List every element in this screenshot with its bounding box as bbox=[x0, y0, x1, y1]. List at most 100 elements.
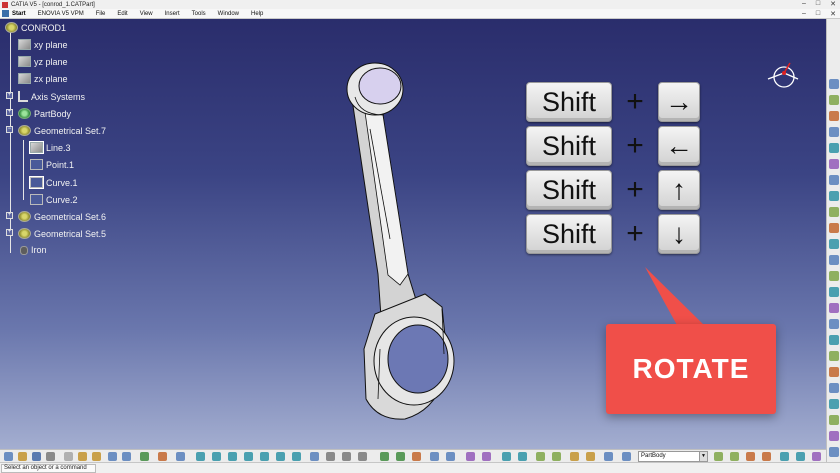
draft-icon[interactable] bbox=[780, 452, 789, 461]
define-in-work-object-icon[interactable] bbox=[622, 452, 631, 461]
doc-minimize-button[interactable]: – bbox=[802, 10, 806, 18]
point-tool-icon[interactable] bbox=[829, 95, 839, 105]
split-tool-icon[interactable] bbox=[829, 271, 839, 281]
tree-node-geometrical-set-6[interactable]: + Geometrical Set.6 bbox=[6, 211, 106, 222]
tree-node-geometrical-set-7[interactable]: − Geometrical Set.7 bbox=[6, 125, 106, 136]
fillet-tool-icon[interactable] bbox=[829, 303, 839, 313]
tree-node-line-3[interactable]: Line.3 bbox=[29, 141, 71, 154]
knowledge-icon[interactable] bbox=[570, 452, 579, 461]
thickness-icon[interactable] bbox=[812, 452, 821, 461]
chevron-down-icon[interactable]: ▼ bbox=[699, 452, 707, 461]
measure-between-icon[interactable] bbox=[502, 452, 511, 461]
pocket-icon[interactable] bbox=[552, 452, 561, 461]
revolve-tool-icon[interactable] bbox=[829, 207, 839, 217]
connecting-rod-model[interactable] bbox=[330, 49, 510, 449]
menu-window[interactable]: Window bbox=[218, 11, 239, 17]
expand-toggle[interactable]: + bbox=[6, 212, 13, 219]
view-compass[interactable] bbox=[762, 59, 802, 99]
menu-enovia[interactable]: ENOVIA V5 VPM bbox=[38, 11, 84, 17]
menu-edit[interactable]: Edit bbox=[117, 11, 127, 17]
tree-node-root[interactable]: CONROD1 bbox=[5, 22, 66, 33]
tree-node-curve-2[interactable]: Curve.2 bbox=[30, 194, 78, 205]
print-icon[interactable] bbox=[46, 452, 55, 461]
sketcher-icon[interactable] bbox=[380, 452, 389, 461]
fit-all-icon[interactable] bbox=[212, 452, 221, 461]
fill-tool-icon[interactable] bbox=[829, 239, 839, 249]
sketch-tool-icon[interactable] bbox=[829, 79, 839, 89]
menu-file[interactable]: File bbox=[96, 11, 106, 17]
constraint-icon[interactable] bbox=[412, 452, 421, 461]
command-input[interactable]: Select an object or a command bbox=[1, 464, 96, 473]
shading-icon[interactable] bbox=[326, 452, 335, 461]
collapse-toggle[interactable]: − bbox=[6, 126, 13, 133]
tree-node-zx-plane[interactable]: zx plane bbox=[18, 73, 68, 84]
swap-space-icon[interactable] bbox=[358, 452, 367, 461]
tree-node-point-1[interactable]: Point.1 bbox=[30, 159, 74, 170]
menu-start[interactable]: Start bbox=[12, 11, 26, 17]
save-icon[interactable] bbox=[32, 452, 41, 461]
menu-view[interactable]: View bbox=[140, 11, 153, 17]
tree-node-xy-plane[interactable]: xy plane bbox=[18, 39, 68, 50]
maximize-button[interactable]: □ bbox=[816, 0, 820, 8]
rotate-view-icon[interactable] bbox=[244, 452, 253, 461]
update-icon[interactable] bbox=[466, 452, 475, 461]
zoom-in-icon[interactable] bbox=[260, 452, 269, 461]
join-tool-icon[interactable] bbox=[829, 255, 839, 265]
symmetry-tool-icon[interactable] bbox=[829, 351, 839, 361]
menu-insert[interactable]: Insert bbox=[165, 11, 180, 17]
circle-tool-icon[interactable] bbox=[829, 159, 839, 169]
tree-node-partbody[interactable]: + PartBody bbox=[6, 108, 71, 119]
formula-icon[interactable] bbox=[158, 452, 167, 461]
measure-tool-icon[interactable] bbox=[829, 431, 839, 441]
tree-node-yz-plane[interactable]: yz plane bbox=[18, 56, 68, 67]
work-object-select[interactable]: PartBody ▼ bbox=[638, 451, 708, 462]
whats-this-icon[interactable] bbox=[140, 452, 149, 461]
pattern-tool-icon[interactable] bbox=[829, 383, 839, 393]
tree-node-iron[interactable]: Iron bbox=[20, 245, 47, 255]
tree-node-curve-1[interactable]: Curve.1 bbox=[29, 176, 78, 189]
3d-viewport[interactable]: CONROD1 xy plane yz plane zx plane + Axi… bbox=[0, 19, 826, 462]
start-icon[interactable] bbox=[2, 10, 9, 17]
measure-item-icon[interactable] bbox=[518, 452, 527, 461]
spline-tool-icon[interactable] bbox=[829, 175, 839, 185]
menu-help[interactable]: Help bbox=[251, 11, 263, 17]
tree-node-axis-systems[interactable]: + Axis Systems bbox=[6, 91, 85, 102]
boolean-icon[interactable] bbox=[714, 452, 723, 461]
catalog-icon[interactable] bbox=[176, 452, 185, 461]
trim-tool-icon[interactable] bbox=[829, 287, 839, 297]
doc-close-button[interactable]: ✕ bbox=[830, 10, 836, 18]
zoom-out-icon[interactable] bbox=[276, 452, 285, 461]
iso-view-icon[interactable] bbox=[310, 452, 319, 461]
undo-icon[interactable] bbox=[108, 452, 117, 461]
paste-icon[interactable] bbox=[92, 452, 101, 461]
parameters-icon[interactable] bbox=[586, 452, 595, 461]
shell-icon[interactable] bbox=[796, 452, 805, 461]
expand-toggle[interactable]: + bbox=[6, 109, 13, 116]
manual-update-icon[interactable] bbox=[482, 452, 491, 461]
cut-icon[interactable] bbox=[64, 452, 73, 461]
line-tool-icon[interactable] bbox=[829, 111, 839, 121]
hide-show-icon[interactable] bbox=[342, 452, 351, 461]
intersect-icon[interactable] bbox=[730, 452, 739, 461]
apply-material-icon[interactable] bbox=[829, 447, 839, 457]
work-on-support-icon[interactable] bbox=[396, 452, 405, 461]
pad-icon[interactable] bbox=[746, 452, 755, 461]
law-tool-icon[interactable] bbox=[829, 399, 839, 409]
snap-icon[interactable] bbox=[430, 452, 439, 461]
close-button[interactable]: ✕ bbox=[830, 0, 836, 8]
rotate-tool-icon[interactable] bbox=[829, 335, 839, 345]
expand-toggle[interactable]: + bbox=[6, 92, 13, 99]
copy-icon[interactable] bbox=[78, 452, 87, 461]
redo-icon[interactable] bbox=[122, 452, 131, 461]
geometrical-set-tool-icon[interactable] bbox=[604, 452, 613, 461]
analysis-tool-icon[interactable] bbox=[829, 415, 839, 425]
shaft-icon[interactable] bbox=[762, 452, 771, 461]
translate-tool-icon[interactable] bbox=[829, 319, 839, 329]
projection-tool-icon[interactable] bbox=[829, 143, 839, 153]
hole-icon[interactable] bbox=[536, 452, 545, 461]
normal-view-icon[interactable] bbox=[292, 452, 301, 461]
menu-tools[interactable]: Tools bbox=[192, 11, 206, 17]
pan-icon[interactable] bbox=[228, 452, 237, 461]
open-file-icon[interactable] bbox=[18, 452, 27, 461]
minimize-button[interactable]: – bbox=[802, 0, 806, 8]
